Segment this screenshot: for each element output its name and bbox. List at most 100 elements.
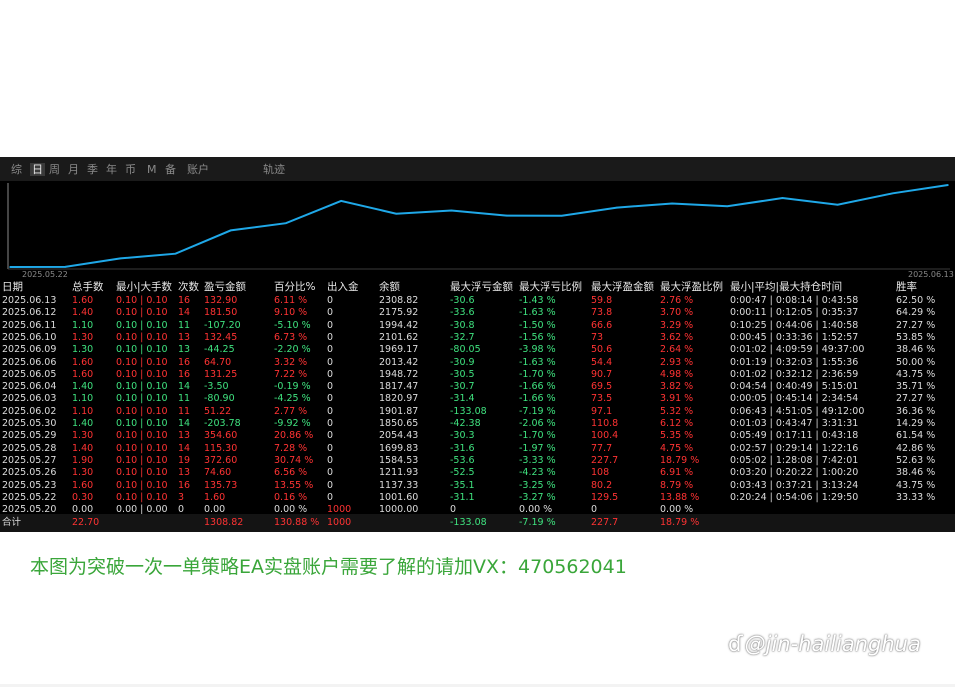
table-row: 2025.06.12 1.40 0.10 | 0.10 14 181.50 9.10 % 0… <box>0 307 955 319</box>
table-cell: 3.70 % <box>660 307 694 319</box>
table-cell: 0:01:02 | 0:32:12 | 2:36:59 <box>730 368 859 380</box>
table-cell: 0.10 | 0.10 <box>116 331 168 343</box>
table-row: 2025.05.22 0.30 0.10 | 0.10 3 1.60 0.16 % 0 100… <box>0 492 955 504</box>
column-header: 日期 <box>2 281 23 293</box>
tab-5[interactable]: 年 <box>106 163 117 176</box>
table-cell: 181.50 <box>204 307 238 319</box>
table-header: 日期 总手数 最小|大手数 次数 盈亏金额 百分比% 出入金 余额 最大浮亏金额 最大浮亏比例 最大… <box>0 281 955 293</box>
table-cell: 0:10:25 | 0:44:06 | 1:40:58 <box>730 319 859 331</box>
table-cell: 0:00:47 | 0:08:14 | 0:43:58 <box>730 295 859 306</box>
table-row: 2025.06.13 1.60 0.10 | 0.10 16 132.90 6.11 % 0… <box>0 295 955 307</box>
table-cell: -1.66 % <box>519 381 556 393</box>
table-cell: 1.60 <box>72 295 94 306</box>
table-cell: -1.70 % <box>519 368 556 380</box>
table-cell: 73.5 <box>591 393 613 405</box>
table-cell: 1584.53 <box>379 454 419 466</box>
table-cell: 35.71 % <box>896 381 936 393</box>
table-cell: 0 <box>327 331 334 343</box>
tab-10[interactable]: 轨迹 <box>263 163 285 176</box>
table-cell: 2025.06.05 <box>2 368 57 380</box>
table-cell: 0 <box>327 491 334 503</box>
table-cell: 8.79 % <box>660 479 694 491</box>
table-cell: 2025.05.27 <box>2 454 57 466</box>
table-cell: 11 <box>178 405 191 417</box>
table-cell: 0 <box>327 381 334 393</box>
table-cell: 14 <box>178 307 191 319</box>
tab-3[interactable]: 月 <box>68 163 79 176</box>
table-cell: 50.00 % <box>896 356 936 368</box>
table-cell: 0.10 | 0.10 <box>116 368 168 380</box>
table-cell: 2101.62 <box>379 331 419 343</box>
equity-point <box>947 184 949 186</box>
table-cell: 1.30 <box>72 331 94 343</box>
column-header: 最大浮盈比例 <box>660 281 723 293</box>
totals-max-float-profit-pct: 18.79 % <box>660 517 700 528</box>
table-cell: -1.50 % <box>519 319 556 331</box>
column-header: 百分比% <box>274 281 316 293</box>
table-cell: 20.86 % <box>274 430 314 442</box>
table-cell: -133.08 <box>450 405 487 417</box>
tab-7[interactable]: M <box>147 163 157 176</box>
column-header: 出入金 <box>327 281 359 293</box>
table-cell: 73 <box>591 331 604 343</box>
table-cell: 77.7 <box>591 442 613 454</box>
table-cell: 0:01:03 | 0:43:47 | 3:31:31 <box>730 418 859 429</box>
column-header: 最大浮亏金额 <box>450 281 513 293</box>
table-cell: 43.75 % <box>896 368 936 380</box>
totals-max-float-profit: 227.7 <box>591 517 619 528</box>
tab-9[interactable]: 账户 <box>187 163 209 176</box>
table-cell: 0.10 | 0.10 <box>116 405 168 417</box>
table-cell: -0.19 % <box>274 381 311 393</box>
equity-point <box>340 200 342 202</box>
table-cell: 38.46 % <box>896 344 936 356</box>
table-cell: 6.91 % <box>660 467 694 479</box>
totals-max-float-loss-pct: -7.19 % <box>519 517 556 528</box>
table-cell: 2025.06.09 <box>2 344 57 356</box>
table-cell: 1.10 <box>72 405 94 417</box>
table-row: 2025.06.09 1.30 0.10 | 0.10 13 -44.25 -2.20 %… <box>0 344 955 356</box>
table-cell: 54.4 <box>591 356 613 368</box>
equity-chart: 2025.05.22 2025.06.13 <box>0 181 955 279</box>
table-cell: 5.32 % <box>660 405 694 417</box>
tab-6[interactable]: 币 <box>125 163 136 176</box>
table-cell: 13.55 % <box>274 479 314 491</box>
table-row: 2025.05.23 1.60 0.10 | 0.10 16 135.73 13.55 %… <box>0 480 955 492</box>
table-cell: 1994.42 <box>379 319 419 331</box>
tab-1[interactable]: 日 <box>30 163 45 176</box>
table-cell: 0:02:57 | 0:29:14 | 1:22:16 <box>730 442 859 454</box>
column-header: 最大浮盈金额 <box>591 281 654 293</box>
table-cell: 135.73 <box>204 479 238 491</box>
table-cell: -31.1 <box>450 491 475 503</box>
table-cell: 0.10 | 0.10 <box>116 393 168 405</box>
table-cell: 0.10 | 0.10 <box>116 295 168 306</box>
table-cell: 2.93 % <box>660 356 694 368</box>
tab-0[interactable]: 综 <box>11 163 22 176</box>
table-cell: 62.50 % <box>896 295 936 306</box>
tab-2[interactable]: 周 <box>49 163 60 176</box>
table-cell: 53.85 % <box>896 331 936 343</box>
table-cell: 3.62 % <box>660 331 694 343</box>
tab-8[interactable]: 备 <box>165 163 176 176</box>
tab-4[interactable]: 季 <box>87 163 98 176</box>
equity-line <box>9 184 949 268</box>
table-cell: 3.32 % <box>274 356 308 368</box>
watermark-handle: @jin-hailianghua <box>744 632 921 656</box>
table-cell: 0 <box>327 307 334 319</box>
equity-point <box>285 222 287 224</box>
table-cell: 2308.82 <box>379 295 419 306</box>
table-cell: 2025.06.02 <box>2 405 57 417</box>
table-cell: 0:05:49 | 0:17:11 | 0:43:18 <box>730 430 859 442</box>
zhihu-logo-icon: ɗ <box>728 632 743 656</box>
table-row: 2025.05.30 1.40 0.10 | 0.10 14 -203.78 -9.92 … <box>0 418 955 430</box>
table-cell: -30.8 <box>450 319 475 331</box>
table-cell: 18.79 % <box>660 454 700 466</box>
table-cell: 43.75 % <box>896 479 936 491</box>
equity-point <box>561 215 563 217</box>
table-row: 2025.06.04 1.40 0.10 | 0.10 14 -3.50 -0.19 % 0… <box>0 381 955 393</box>
equity-point <box>64 266 66 268</box>
table-cell: -3.27 % <box>519 491 556 503</box>
table-cell: 0.10 | 0.10 <box>116 454 168 466</box>
table-cell: 2025.05.30 <box>2 418 57 429</box>
equity-point <box>892 192 894 195</box>
table-cell: -1.63 % <box>519 356 556 368</box>
